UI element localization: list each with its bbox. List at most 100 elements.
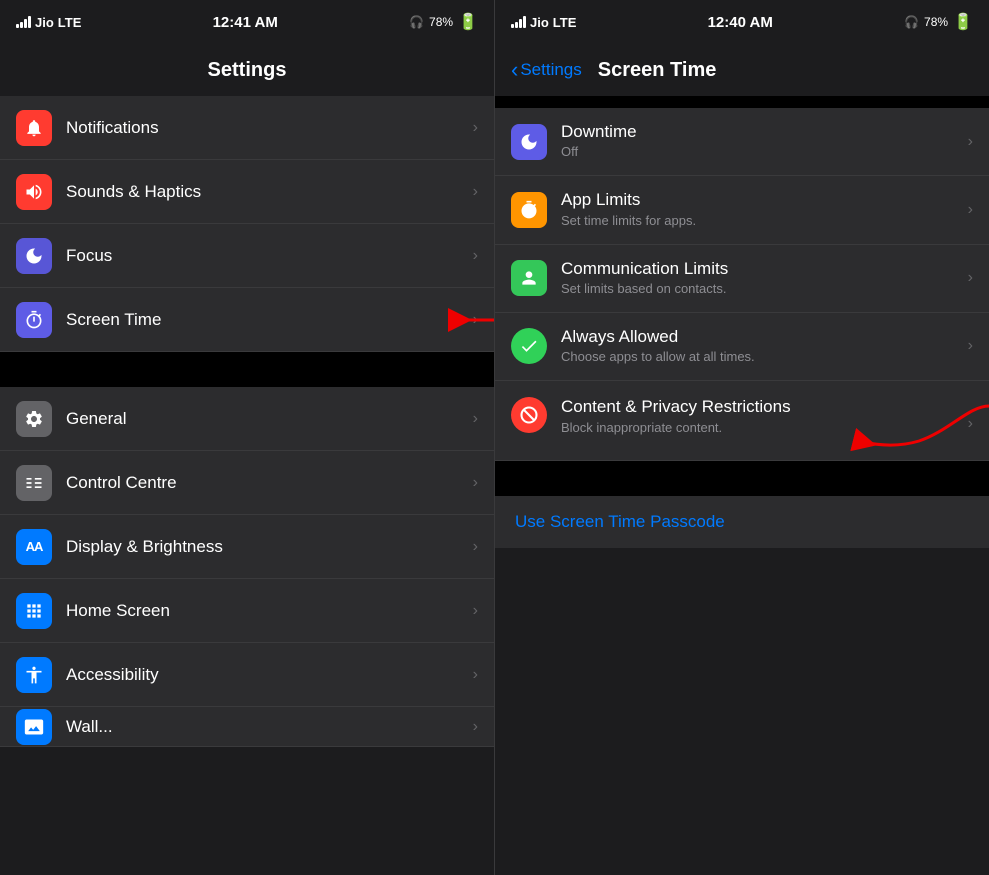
content-privacy-icon [511,397,547,433]
home-screen-label: Home Screen [66,601,170,620]
always-allowed-chevron: › [968,337,973,355]
wallpaper-content: Wall... [66,717,465,737]
right-signal-icon [511,16,526,28]
right-time: 12:40 AM [708,14,773,31]
downtime-chevron: › [968,133,973,151]
st-item-app-limits[interactable]: App Limits Set time limits for apps. › [495,176,989,244]
battery-icon: 🔋 [458,12,478,32]
settings-item-general[interactable]: General › [0,387,494,451]
focus-label: Focus [66,246,112,265]
home-screen-chevron: › [473,602,478,620]
passcode-button[interactable]: Use Screen Time Passcode [515,500,725,543]
st-item-comm-limits[interactable]: Communication Limits Set limits based on… [495,245,989,313]
notifications-label: Notifications [66,118,159,137]
screen-time-icon [16,302,52,338]
left-status-bar: Jio LTE 12:41 AM 🎧 78% 🔋 [0,0,494,44]
screen-time-content: Screen Time [66,310,465,330]
screen-time-list: Downtime Off › App Limits Set time limit… [495,108,989,875]
wallpaper-icon [16,709,52,745]
always-allowed-icon [511,328,547,364]
home-screen-icon [16,593,52,629]
back-label: Settings [520,60,581,80]
left-time: 12:41 AM [213,14,278,31]
settings-item-wallpaper[interactable]: Wall... › [0,707,494,747]
accessibility-icon [16,657,52,693]
control-centre-content: Control Centre [66,473,465,493]
st-item-downtime[interactable]: Downtime Off › [495,108,989,176]
left-panel: Jio LTE 12:41 AM 🎧 78% 🔋 Settings Notifi… [0,0,494,875]
right-title: Screen Time [598,59,717,82]
app-limits-subtitle: Set time limits for apps. [561,213,960,230]
screen-time-chevron: › [473,311,478,329]
passcode-section: Use Screen Time Passcode [495,496,989,548]
comm-limits-title: Communication Limits [561,259,960,279]
left-title: Settings [208,59,287,82]
st-item-content-privacy[interactable]: Content & Privacy Restrictions Block ina… [495,381,989,461]
left-battery: 🎧 78% 🔋 [409,12,478,32]
settings-item-display[interactable]: AA Display & Brightness › [0,515,494,579]
right-status-bar: Jio LTE 12:40 AM 🎧 78% 🔋 [495,0,989,44]
general-content: General [66,409,465,429]
always-allowed-content: Always Allowed Choose apps to allow at a… [561,327,960,366]
app-limits-icon [511,192,547,228]
settings-group-2: General › Control Centre › AA [0,387,494,747]
back-button[interactable]: ‹ Settings [511,58,582,83]
focus-icon [16,238,52,274]
wallpaper-label: Wall... [66,717,113,736]
app-limits-chevron: › [968,201,973,219]
settings-item-notifications[interactable]: Notifications › [0,96,494,160]
right-panel: Jio LTE 12:40 AM 🎧 78% 🔋 ‹ Settings Scre… [494,0,989,875]
accessibility-label: Accessibility [66,665,159,684]
st-item-always-allowed[interactable]: Always Allowed Choose apps to allow at a… [495,313,989,381]
control-centre-icon [16,465,52,501]
settings-item-focus[interactable]: Focus › [0,224,494,288]
downtime-title: Downtime [561,122,960,142]
settings-item-screen-time[interactable]: Screen Time › [0,288,494,352]
content-privacy-content: Content & Privacy Restrictions Block ina… [561,397,960,436]
headphone-icon: 🎧 [409,15,424,29]
accessibility-chevron: › [473,666,478,684]
general-label: General [66,409,126,428]
right-carrier: Jio LTE [511,15,576,30]
content-privacy-chevron: › [968,415,973,433]
general-chevron: › [473,410,478,428]
notifications-chevron: › [473,119,478,137]
downtime-subtitle: Off [561,144,960,161]
right-nav-header: ‹ Settings Screen Time [495,44,989,96]
app-limits-content: App Limits Set time limits for apps. [561,190,960,229]
left-nav-header: Settings [0,44,494,96]
section-divider-1 [0,352,494,387]
sounds-content: Sounds & Haptics [66,182,465,202]
settings-item-home-screen[interactable]: Home Screen › [0,579,494,643]
comm-limits-icon [511,260,547,296]
focus-content: Focus [66,246,465,266]
sounds-label: Sounds & Haptics [66,182,201,201]
right-battery: 🎧 78% 🔋 [904,12,973,32]
right-top-divider [495,96,989,108]
settings-item-accessibility[interactable]: Accessibility › [0,643,494,707]
notifications-content: Notifications [66,118,465,138]
left-carrier: Jio LTE [16,15,81,30]
display-icon: AA [16,529,52,565]
downtime-content: Downtime Off [561,122,960,161]
home-screen-content: Home Screen [66,601,465,621]
signal-icon [16,16,31,28]
content-privacy-subtitle: Block inappropriate content. [561,420,960,437]
control-centre-label: Control Centre [66,473,177,492]
comm-limits-chevron: › [968,269,973,287]
comm-limits-content: Communication Limits Set limits based on… [561,259,960,298]
always-allowed-subtitle: Choose apps to allow at all times. [561,349,960,366]
settings-group-1: Notifications › Sounds & Haptics › [0,96,494,352]
right-headphone-icon: 🎧 [904,15,919,29]
downtime-icon [511,124,547,160]
focus-chevron: › [473,247,478,265]
display-chevron: › [473,538,478,556]
content-privacy-title: Content & Privacy Restrictions [561,397,960,417]
accessibility-content: Accessibility [66,665,465,685]
settings-item-sounds[interactable]: Sounds & Haptics › [0,160,494,224]
screen-time-label: Screen Time [66,310,161,329]
settings-item-control-centre[interactable]: Control Centre › [0,451,494,515]
right-battery-icon: 🔋 [953,12,973,32]
comm-limits-subtitle: Set limits based on contacts. [561,281,960,298]
display-content: Display & Brightness [66,537,465,557]
